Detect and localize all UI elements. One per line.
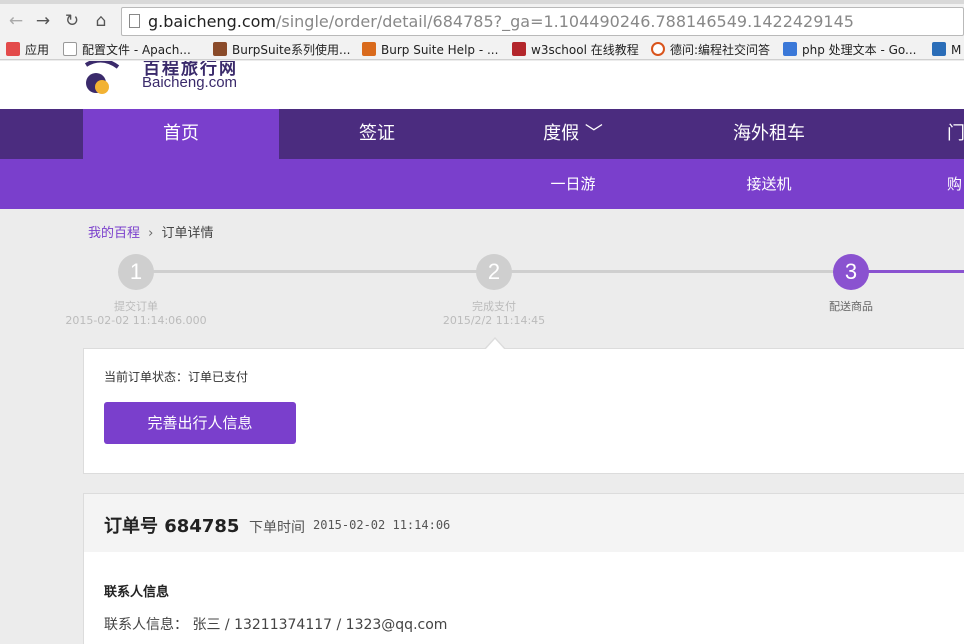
order-number: 订单号 684785: [104, 516, 240, 537]
page: 百程旅行网 Baicheng.com 首页 签证 度假 ﹀ 海外租车 门 一日游…: [0, 61, 964, 644]
contact-info-line: 联系人信息： 张三 / 13211374117 / 1323@qq.com: [104, 617, 448, 633]
complete-traveler-info-button[interactable]: 完善出行人信息: [104, 402, 296, 444]
bookmark-dewen[interactable]: 德问:编程社交问答: [651, 41, 770, 59]
step-1-label: 提交订单: [114, 300, 158, 313]
bookmark-apps[interactable]: 应用: [6, 41, 49, 59]
breadcrumb-current: 订单详情: [161, 226, 214, 241]
bookmark-icon: [932, 42, 946, 56]
step-3-circle: 3: [833, 254, 869, 290]
subnav-shopping[interactable]: 购: [867, 159, 964, 209]
main-nav: 首页 签证 度假 ﹀ 海外租车 门: [0, 109, 964, 159]
nav-vacation[interactable]: 度假 ﹀: [475, 109, 671, 159]
breadcrumb: 我的百程 › 订单详情: [88, 222, 214, 241]
order-time-label: 下单时间: [249, 520, 305, 536]
breadcrumb-home[interactable]: 我的百程: [88, 226, 140, 241]
sub-nav: 一日游 接送机 购: [0, 159, 964, 209]
subnav-day-tour[interactable]: 一日游: [475, 159, 671, 209]
step-1-time: 2015-02-02 11:14:06.000: [65, 314, 207, 327]
step-2-time: 2015/2/2 11:14:45: [442, 314, 546, 327]
site-header: 百程旅行网 Baicheng.com: [0, 61, 964, 109]
order-status-text: 当前订单状态：订单已支付: [104, 370, 249, 384]
order-detail-panel: 订单号 684785 下单时间 2015-02-02 11:14:06 联系人信…: [83, 493, 964, 644]
step-1-circle: 1: [118, 254, 154, 290]
step-3-label: 配送商品: [829, 300, 873, 313]
forward-arrow-icon[interactable]: →: [33, 10, 53, 32]
order-time: 2015-02-02 11:14:06: [313, 518, 451, 532]
step-2-circle: 2: [476, 254, 512, 290]
breadcrumb-separator: ›: [148, 226, 154, 241]
browser-toolbar: ← → ↻ ⌂ g.baicheng.com/single/order/deta…: [0, 0, 964, 40]
bookmark-apache-config[interactable]: 配置文件 - Apach...: [63, 41, 191, 59]
back-arrow-icon[interactable]: ←: [6, 10, 26, 32]
bookmark-m[interactable]: M: [932, 41, 961, 59]
nav-home[interactable]: 首页: [83, 109, 279, 159]
nav-car-rental[interactable]: 海外租车: [671, 109, 867, 159]
burp-icon: [213, 42, 227, 56]
page-icon: [129, 14, 140, 28]
tab-strip: [0, 0, 964, 4]
bookmarks-bar: 应用 配置文件 - Apach... BurpSuite系列使用... Burp…: [0, 40, 964, 60]
w3school-icon: [512, 42, 526, 56]
status-caret-inner: [485, 339, 505, 350]
address-bar[interactable]: g.baicheng.com/single/order/detail/68478…: [121, 7, 964, 36]
step-2-label: 完成支付: [472, 300, 516, 313]
home-icon[interactable]: ⌂: [91, 10, 111, 32]
reload-icon[interactable]: ↻: [62, 10, 82, 32]
subnav-transfer[interactable]: 接送机: [671, 159, 867, 209]
bookmark-php-google[interactable]: php 处理文本 - Go...: [783, 41, 917, 59]
logo-text-en: Baicheng.com: [142, 74, 238, 91]
contact-section-title: 联系人信息: [104, 585, 170, 600]
google-icon: [783, 42, 797, 56]
order-status-panel: 当前订单状态：订单已支付 完善出行人信息: [83, 348, 964, 474]
bookmark-w3school[interactable]: w3school 在线教程: [512, 41, 639, 59]
dewen-icon: [651, 42, 665, 56]
baicheng-logo-icon[interactable]: [82, 61, 122, 95]
url-path: /single/order/detail/684785?_ga=1.104490…: [275, 12, 854, 31]
order-header: 订单号 684785 下单时间 2015-02-02 11:14:06: [84, 494, 964, 552]
bookmark-burpsuite-series[interactable]: BurpSuite系列使用...: [213, 41, 350, 59]
document-icon: [63, 42, 77, 56]
burp-help-icon: [362, 42, 376, 56]
bookmark-burp-help[interactable]: Burp Suite Help - ...: [362, 41, 498, 59]
apps-grid-icon: [6, 42, 20, 56]
url-host: g.baicheng.com: [148, 12, 276, 31]
nav-tickets[interactable]: 门: [867, 109, 964, 159]
nav-visa[interactable]: 签证: [279, 109, 475, 159]
